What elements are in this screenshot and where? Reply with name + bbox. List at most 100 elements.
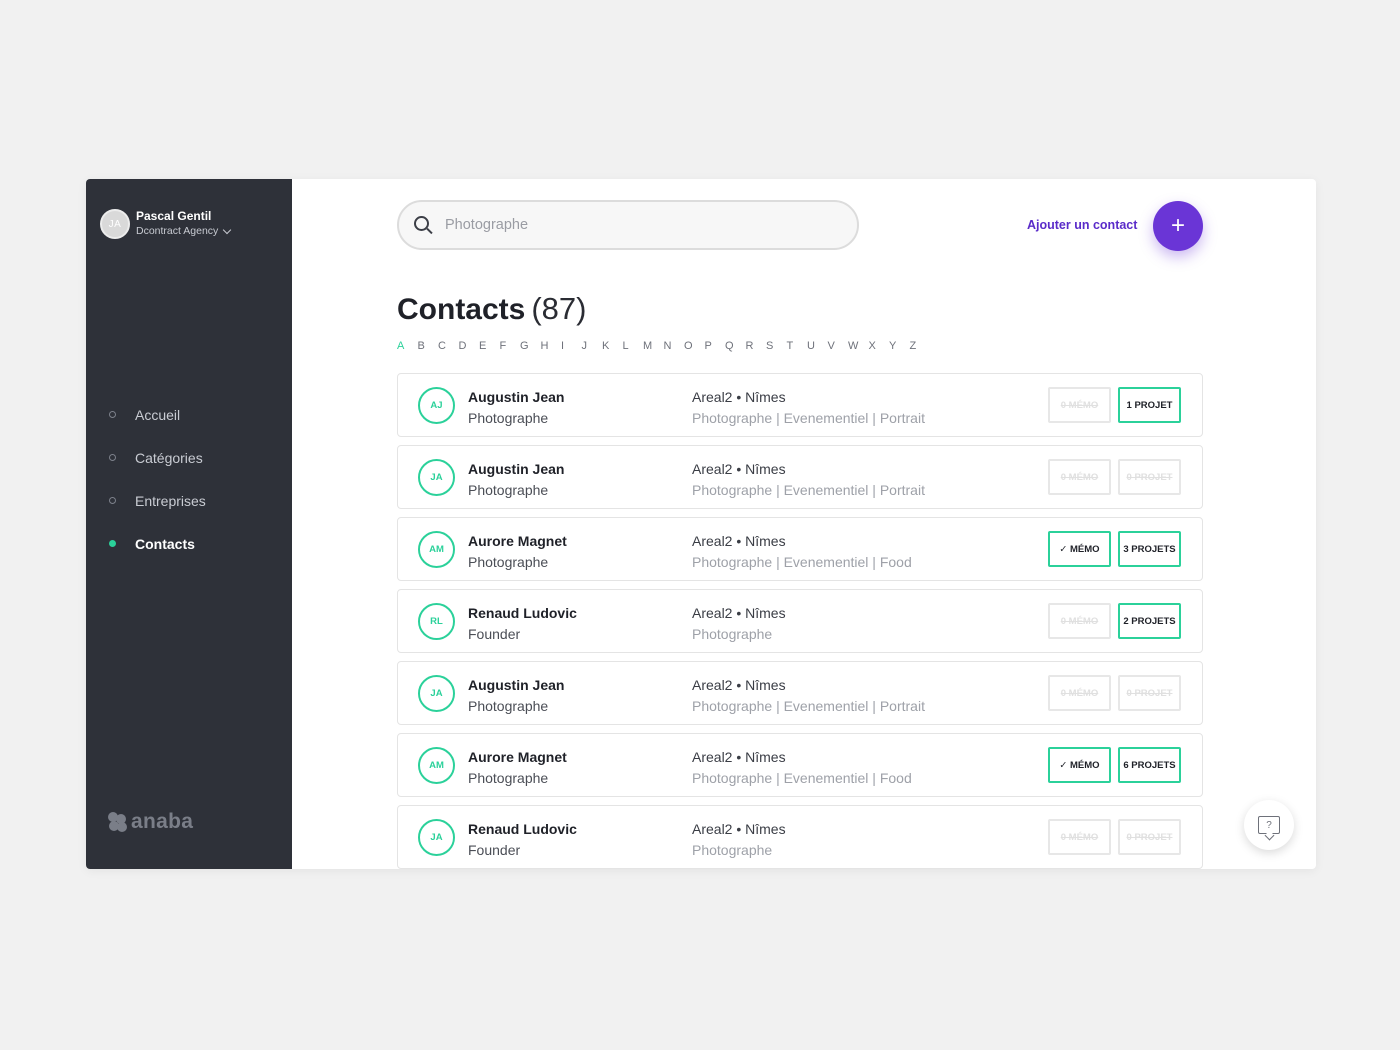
contact-tags: Photographe	[692, 842, 773, 858]
memo-badge-button[interactable]: ✓ MÉMO	[1048, 531, 1111, 567]
sidebar: JA Pascal Gentil Dcontract Agency Accuei…	[86, 179, 292, 869]
memo-badge-button[interactable]: 0 MÉMO	[1048, 819, 1111, 855]
contacts-list: AJ Augustin Jean Photographe Areal2 • Nîmes…	[397, 373, 1203, 869]
alphabet-letter-e[interactable]: E	[479, 340, 500, 352]
alphabet-letter-y[interactable]: Y	[889, 340, 910, 352]
alphabet-letter-m[interactable]: M	[643, 340, 664, 352]
contact-meta: Areal2 • Nîmes Photographe	[692, 604, 786, 646]
alphabet-letter-o[interactable]: O	[684, 340, 705, 352]
projects-badge-button[interactable]: 6 PROJETS	[1118, 747, 1181, 783]
alphabet-letter-c[interactable]: C	[438, 340, 459, 352]
alphabet-letter-q[interactable]: Q	[725, 340, 746, 352]
alphabet-filter: ABCDEFGHIJKLMNOPQRSTUVWXYZ	[397, 340, 930, 352]
alphabet-letter-w[interactable]: W	[848, 340, 869, 352]
memo-badge-button[interactable]: 0 MÉMO	[1048, 603, 1111, 639]
contact-role: Founder	[468, 626, 521, 642]
alphabet-letter-j[interactable]: J	[582, 340, 603, 352]
alphabet-letter-p[interactable]: P	[705, 340, 726, 352]
nav-dot-icon	[109, 411, 116, 418]
contact-row[interactable]: AM Aurore Magnet Photographe Areal2 • Nîmes…	[397, 733, 1203, 797]
sidebar-item-contacts[interactable]: Contacts	[86, 522, 292, 565]
contact-location: Areal2 • Nîmes	[692, 389, 786, 405]
memo-badge-button[interactable]: 0 MÉMO	[1048, 675, 1111, 711]
contact-person: Aurore Magnet Photographe	[468, 748, 567, 790]
contact-avatar: AM	[418, 747, 455, 784]
brand-name: anaba	[131, 810, 194, 833]
avatar: JA	[100, 209, 130, 239]
contact-name: Augustin Jean	[468, 677, 565, 693]
projects-badge-button[interactable]: 2 PROJETS	[1118, 603, 1181, 639]
contact-person: Augustin Jean Photographe	[468, 676, 564, 718]
contact-tags: Photographe | Evenementiel | Portrait	[692, 698, 925, 714]
add-contact-button[interactable]: +	[1153, 201, 1203, 251]
contact-person: Aurore Magnet Photographe	[468, 532, 567, 574]
contact-meta: Areal2 • Nîmes Photographe | Evenementiel…	[692, 532, 912, 574]
contact-tags: Photographe | Evenementiel | Portrait	[692, 410, 925, 426]
alphabet-letter-r[interactable]: R	[746, 340, 767, 352]
contact-person: Renaud Ludovic Founder	[468, 820, 577, 862]
alphabet-letter-b[interactable]: B	[418, 340, 439, 352]
contact-meta: Areal2 • Nîmes Photographe | Evenementiel…	[692, 460, 925, 502]
contact-row[interactable]: JA Renaud Ludovic Founder Areal2 • Nîmes Pho…	[397, 805, 1203, 869]
memo-badge-button[interactable]: 0 MÉMO	[1048, 387, 1111, 423]
app-window: JA Pascal Gentil Dcontract Agency Accuei…	[86, 179, 1316, 869]
page-title-text: Contacts	[397, 293, 526, 326]
alphabet-letter-l[interactable]: L	[623, 340, 644, 352]
user-profile-menu[interactable]: JA Pascal Gentil Dcontract Agency	[100, 209, 232, 239]
contact-tags: Photographe | Evenementiel | Food	[692, 770, 912, 786]
add-contact-link[interactable]: Ajouter un contact	[1027, 218, 1137, 232]
projects-badge-button[interactable]: 0 PROJET	[1118, 675, 1181, 711]
sidebar-item-accueil[interactable]: Accueil	[86, 393, 292, 436]
search-input[interactable]	[445, 217, 805, 233]
alphabet-letter-u[interactable]: U	[807, 340, 828, 352]
contact-role: Photographe	[468, 554, 549, 570]
contact-person: Augustin Jean Photographe	[468, 460, 564, 502]
alphabet-letter-d[interactable]: D	[459, 340, 480, 352]
contact-location: Areal2 • Nîmes	[692, 461, 786, 477]
alphabet-letter-h[interactable]: H	[541, 340, 562, 352]
alphabet-letter-s[interactable]: S	[766, 340, 787, 352]
alphabet-letter-t[interactable]: T	[787, 340, 808, 352]
contact-role: Photographe	[468, 698, 549, 714]
projects-badge-button[interactable]: 0 PROJET	[1118, 819, 1181, 855]
help-button[interactable]: ?	[1244, 800, 1294, 850]
alphabet-letter-x[interactable]: X	[869, 340, 890, 352]
contact-meta: Areal2 • Nîmes Photographe	[692, 820, 786, 862]
sidebar-item-label: Accueil	[135, 406, 181, 423]
contact-location: Areal2 • Nîmes	[692, 533, 786, 549]
contact-row[interactable]: JA Augustin Jean Photographe Areal2 • Nîmes…	[397, 661, 1203, 725]
contact-name: Renaud Ludovic	[468, 821, 577, 837]
search-bar[interactable]	[397, 200, 859, 250]
contact-role: Photographe	[468, 482, 549, 498]
contact-row[interactable]: AM Aurore Magnet Photographe Areal2 • Nîmes…	[397, 517, 1203, 581]
alphabet-letter-i[interactable]: I	[561, 340, 582, 352]
projects-badge-button[interactable]: 1 PROJET	[1118, 387, 1181, 423]
contact-role: Photographe	[468, 410, 549, 426]
contact-row[interactable]: RL Renaud Ludovic Founder Areal2 • Nîmes Pho…	[397, 589, 1203, 653]
contact-name: Renaud Ludovic	[468, 605, 577, 621]
chevron-down-icon[interactable]	[223, 225, 232, 234]
contact-row[interactable]: JA Augustin Jean Photographe Areal2 • Nîmes…	[397, 445, 1203, 509]
alphabet-letter-z[interactable]: Z	[910, 340, 931, 352]
alphabet-letter-f[interactable]: F	[500, 340, 521, 352]
contact-tags: Photographe	[692, 626, 773, 642]
user-organization-row: Dcontract Agency	[136, 224, 232, 239]
alphabet-letter-k[interactable]: K	[602, 340, 623, 352]
alphabet-letter-g[interactable]: G	[520, 340, 541, 352]
sidebar-item-categories[interactable]: Catégories	[86, 436, 292, 479]
sidebar-item-entreprises[interactable]: Entreprises	[86, 479, 292, 522]
contact-meta: Areal2 • Nîmes Photographe | Evenementiel…	[692, 676, 925, 718]
alphabet-letter-v[interactable]: V	[828, 340, 849, 352]
memo-badge-button[interactable]: 0 MÉMO	[1048, 459, 1111, 495]
memo-badge-button[interactable]: ✓ MÉMO	[1048, 747, 1111, 783]
contact-name: Aurore Magnet	[468, 533, 567, 549]
projects-badge-button[interactable]: 0 PROJET	[1118, 459, 1181, 495]
contact-name: Aurore Magnet	[468, 749, 567, 765]
contact-location: Areal2 • Nîmes	[692, 749, 786, 765]
alphabet-letter-n[interactable]: N	[664, 340, 685, 352]
plus-icon: +	[1170, 212, 1185, 239]
alphabet-letter-a[interactable]: A	[397, 340, 418, 352]
projects-badge-button[interactable]: 3 PROJETS	[1118, 531, 1181, 567]
contact-row[interactable]: AJ Augustin Jean Photographe Areal2 • Nîmes…	[397, 373, 1203, 437]
contact-tags: Photographe | Evenementiel | Portrait	[692, 482, 925, 498]
